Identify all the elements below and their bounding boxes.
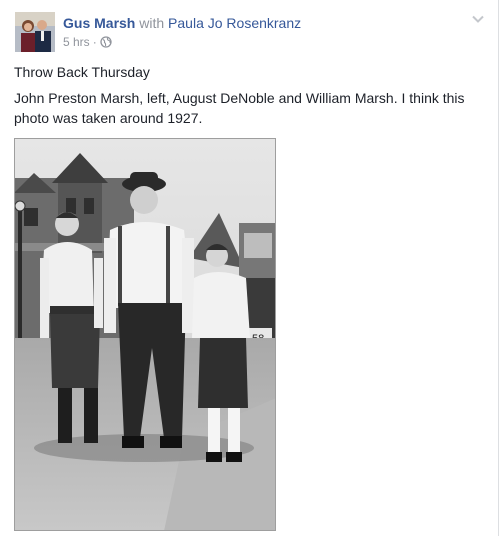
feed-post: Gus Marsh with Paula Jo Rosenkranz 5 hrs… [0,0,499,536]
meta-separator: · [92,35,97,49]
post-timestamp[interactable]: 5 hrs [63,35,90,49]
tagged-person-link[interactable]: Paula Jo Rosenkranz [168,15,301,31]
post-photo[interactable]: 58 [14,138,276,531]
avatar[interactable] [15,12,55,52]
author-line: Gus Marsh with Paula Jo Rosenkranz [63,14,301,32]
post-text-line: John Preston Marsh, left, August DeNoble… [14,90,465,126]
post-header: Gus Marsh with Paula Jo Rosenkranz 5 hrs… [15,12,485,52]
post-text-line: Throw Back Thursday [14,64,150,80]
chevron-down-icon[interactable] [471,12,485,26]
post-message: Throw Back Thursday John Preston Marsh, … [14,62,484,134]
globe-icon[interactable] [100,36,112,51]
post-meta: 5 hrs · [63,35,112,51]
with-text: with [139,15,165,31]
author-name[interactable]: Gus Marsh [63,15,135,31]
